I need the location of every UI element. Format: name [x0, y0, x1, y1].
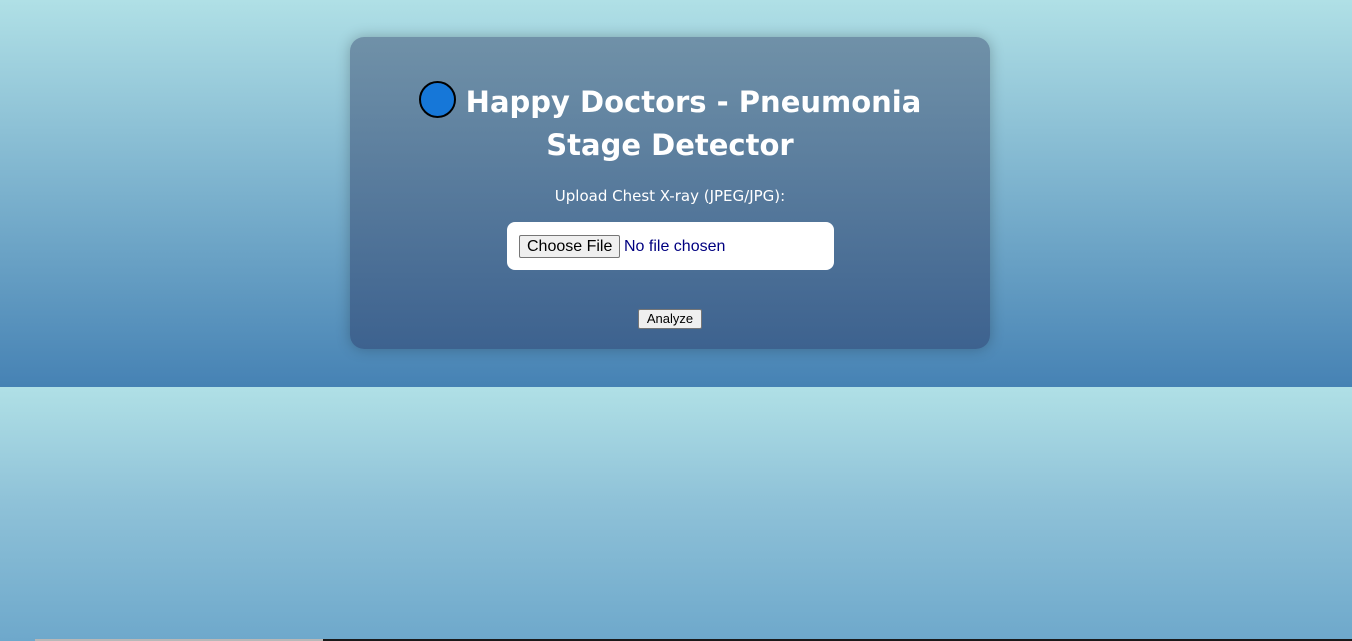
file-input[interactable]: Choose File No file chosen	[507, 222, 834, 270]
page-background-bottom	[0, 387, 1352, 641]
upload-label: Upload Chest X-ray (JPEG/JPG):	[554, 187, 786, 205]
choose-file-button[interactable]: Choose File	[519, 235, 621, 258]
analyze-button[interactable]: Analyze	[638, 309, 702, 329]
blue-circle-icon	[418, 81, 456, 118]
file-status-text: No file chosen	[624, 238, 726, 255]
page-title-text: Happy Doctors - Pneumonia Stage Detector	[465, 85, 922, 162]
page-title: Happy Doctors - Pneumonia Stage Detector	[370, 81, 970, 167]
upload-card: Happy Doctors - Pneumonia Stage Detector…	[350, 37, 990, 349]
